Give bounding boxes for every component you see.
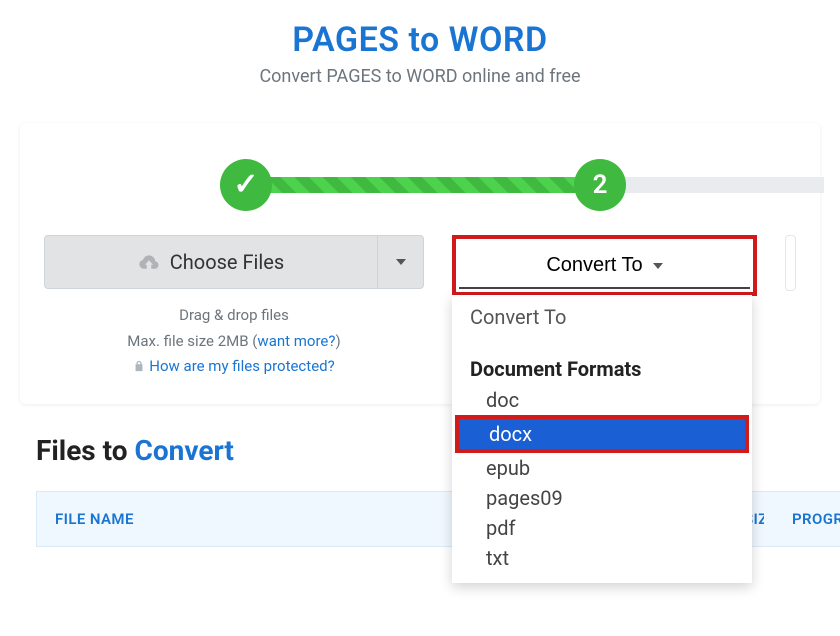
files-heading-accent: Convert	[135, 434, 234, 467]
page-title: PAGES to WORD	[0, 20, 840, 60]
dropdown-item-pages09[interactable]: pages09	[452, 483, 752, 513]
choose-files-group: Choose Files	[44, 235, 424, 289]
extra-action-button[interactable]	[785, 235, 796, 291]
dropdown-item-doc[interactable]: doc	[452, 385, 752, 415]
column-progress[interactable]: PROGRESS	[792, 510, 840, 528]
drag-drop-text: Drag & drop files	[44, 303, 424, 329]
want-more-link[interactable]: want more?	[257, 332, 335, 350]
choose-files-button[interactable]: Choose Files	[45, 236, 377, 288]
dropdown-item-epub[interactable]: epub	[452, 453, 752, 483]
choose-files-dropdown-toggle[interactable]	[377, 236, 423, 288]
max-size-suffix: )	[335, 332, 340, 350]
convert-to-button[interactable]: Convert To	[459, 242, 750, 289]
chevron-down-icon	[396, 259, 406, 265]
convert-dropdown: Convert To Document Formats doc docx epu…	[452, 295, 752, 583]
step-2-label: 2	[593, 170, 608, 200]
page-subtitle: Convert PAGES to WORD online and free	[0, 66, 840, 87]
dropdown-group-title: Document Formats	[452, 333, 752, 385]
step-bar-active	[268, 177, 578, 193]
chevron-down-icon	[653, 263, 663, 269]
highlight-convert-button: Convert To	[452, 235, 757, 296]
step-bar-pending	[622, 177, 824, 193]
converter-card: ✓ 2 Choose Files Drag & drop files Max. …	[20, 123, 820, 404]
dropdown-header: Convert To	[452, 295, 752, 333]
choose-files-label: Choose Files	[170, 250, 284, 274]
dropdown-item-pdf[interactable]: pdf	[452, 513, 752, 543]
lock-icon	[133, 360, 145, 372]
dropdown-item-docx[interactable]: docx	[459, 419, 745, 449]
files-heading-prefix: Files to	[36, 434, 135, 467]
highlight-selected-option: docx	[455, 415, 749, 453]
column-file-name[interactable]: FILE NAME	[55, 510, 134, 528]
check-icon: ✓	[233, 170, 258, 200]
step-2-current: 2	[574, 159, 626, 211]
page-header: PAGES to WORD Convert PAGES to WORD onli…	[0, 0, 840, 87]
convert-to-label: Convert To	[546, 254, 642, 277]
choose-helper-text: Drag & drop files Max. file size 2MB (wa…	[44, 303, 424, 380]
progress-stepper: ✓ 2	[220, 123, 820, 235]
upload-cloud-icon	[138, 253, 160, 271]
max-size-prefix: Max. file size 2MB (	[127, 332, 257, 350]
dropdown-item-txt[interactable]: txt	[452, 543, 752, 573]
files-protected-link[interactable]: How are my files protected?	[149, 357, 334, 375]
step-1-done: ✓	[220, 159, 272, 211]
